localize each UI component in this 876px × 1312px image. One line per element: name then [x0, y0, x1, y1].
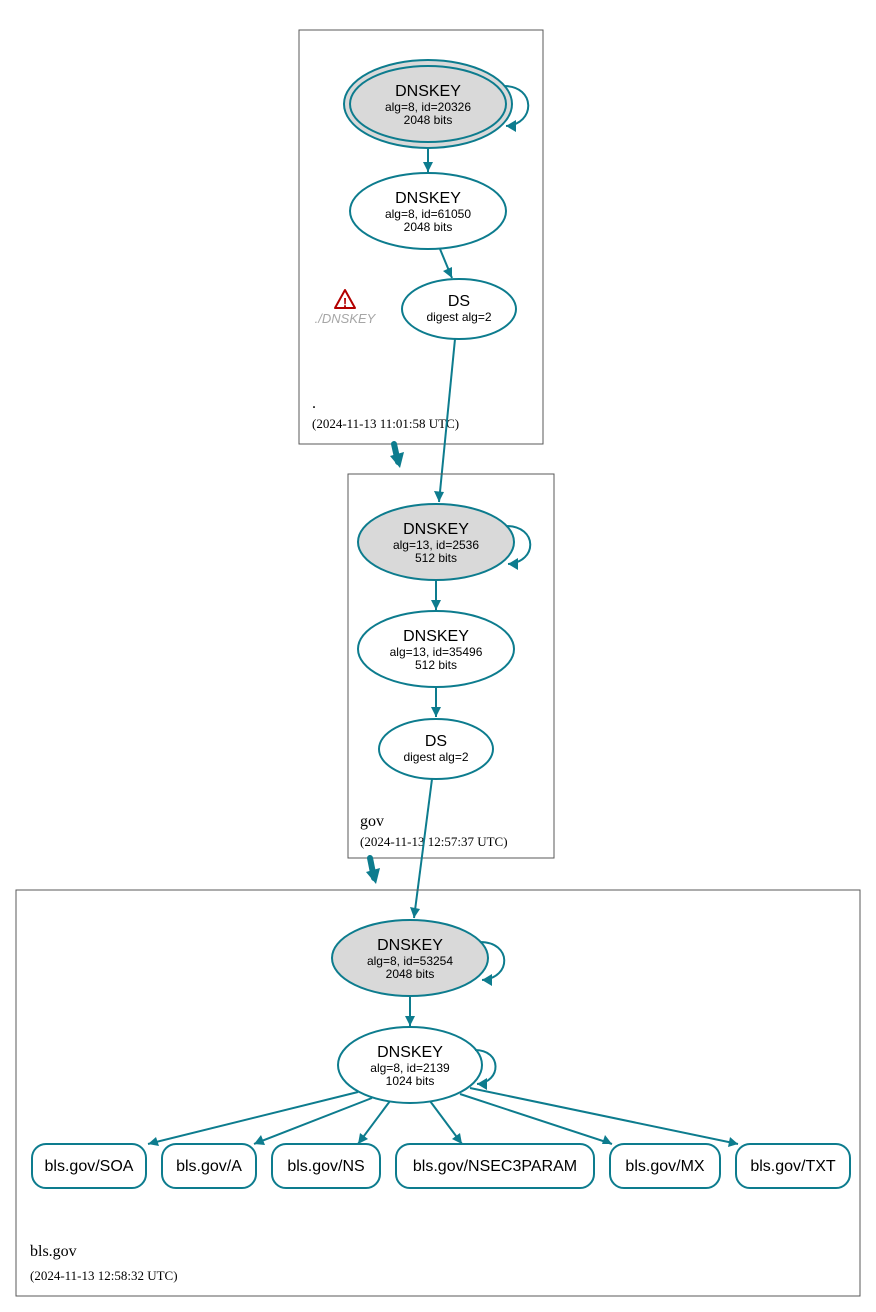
- svg-text:bls.gov/SOA: bls.gov/SOA: [45, 1158, 134, 1175]
- svg-text:alg=8, id=53254: alg=8, id=53254: [367, 954, 453, 968]
- svg-text:DNSKEY: DNSKEY: [395, 83, 461, 100]
- svg-text:DS: DS: [425, 733, 447, 750]
- svg-text:!: !: [343, 295, 347, 310]
- node-gov-ksk: DNSKEY alg=13, id=2536 512 bits: [358, 504, 514, 580]
- node-gov-zsk: DNSKEY alg=13, id=35496 512 bits: [358, 611, 514, 687]
- zone-label-bls: bls.gov: [30, 1243, 77, 1260]
- svg-text:digest alg=2: digest alg=2: [426, 310, 491, 324]
- svg-text:512 bits: 512 bits: [415, 551, 457, 565]
- svg-text:512 bits: 512 bits: [415, 658, 457, 672]
- zone-label-gov: gov: [360, 813, 384, 830]
- zone-ts-bls: (2024-11-13 12:58:32 UTC): [30, 1268, 178, 1283]
- svg-text:bls.gov/NSEC3PARAM: bls.gov/NSEC3PARAM: [413, 1158, 577, 1175]
- missing-dnskey-label: ./DNSKEY: [315, 311, 377, 326]
- edge-bls-zsk-a: [254, 1098, 372, 1144]
- svg-text:DNSKEY: DNSKEY: [377, 937, 443, 954]
- zone-ts-root: (2024-11-13 11:01:58 UTC): [312, 416, 459, 431]
- svg-text:bls.gov/NS: bls.gov/NS: [287, 1158, 364, 1175]
- node-bls-zsk: DNSKEY alg=8, id=2139 1024 bits: [338, 1027, 482, 1103]
- svg-text:DNSKEY: DNSKEY: [403, 628, 469, 645]
- svg-text:bls.gov/TXT: bls.gov/TXT: [750, 1158, 836, 1175]
- svg-text:2048 bits: 2048 bits: [404, 113, 453, 127]
- svg-text:DNSKEY: DNSKEY: [395, 190, 461, 207]
- node-root-ksk: DNSKEY alg=8, id=20326 2048 bits: [344, 60, 512, 148]
- svg-text:2048 bits: 2048 bits: [404, 220, 453, 234]
- warning-icon: !: [335, 290, 355, 310]
- node-gov-ds: DS digest alg=2: [379, 719, 493, 779]
- svg-text:alg=8, id=20326: alg=8, id=20326: [385, 100, 471, 114]
- node-root-ds: DS digest alg=2: [402, 279, 516, 339]
- dnssec-diagram: . (2024-11-13 11:01:58 UTC) DNSKEY alg=8…: [0, 0, 876, 1312]
- svg-text:bls.gov/MX: bls.gov/MX: [625, 1158, 704, 1175]
- zone-ts-gov: (2024-11-13 12:57:37 UTC): [360, 834, 508, 849]
- svg-text:1024 bits: 1024 bits: [386, 1074, 435, 1088]
- svg-text:alg=8, id=2139: alg=8, id=2139: [370, 1061, 450, 1075]
- zone-label-root: .: [312, 395, 316, 412]
- svg-text:alg=13, id=2536: alg=13, id=2536: [393, 538, 479, 552]
- svg-text:DNSKEY: DNSKEY: [377, 1044, 443, 1061]
- node-root-zsk: DNSKEY alg=8, id=61050 2048 bits: [350, 173, 506, 249]
- svg-text:alg=13, id=35496: alg=13, id=35496: [390, 645, 483, 659]
- node-bls-ksk: DNSKEY alg=8, id=53254 2048 bits: [332, 920, 488, 996]
- edge-bls-zsk-soa: [148, 1092, 358, 1144]
- svg-text:DNSKEY: DNSKEY: [403, 521, 469, 538]
- edge-bls-zsk-txt: [470, 1088, 738, 1144]
- svg-text:bls.gov/A: bls.gov/A: [176, 1158, 242, 1175]
- svg-text:DS: DS: [448, 293, 470, 310]
- svg-text:alg=8, id=61050: alg=8, id=61050: [385, 207, 471, 221]
- svg-text:digest alg=2: digest alg=2: [403, 750, 468, 764]
- svg-text:2048 bits: 2048 bits: [386, 967, 435, 981]
